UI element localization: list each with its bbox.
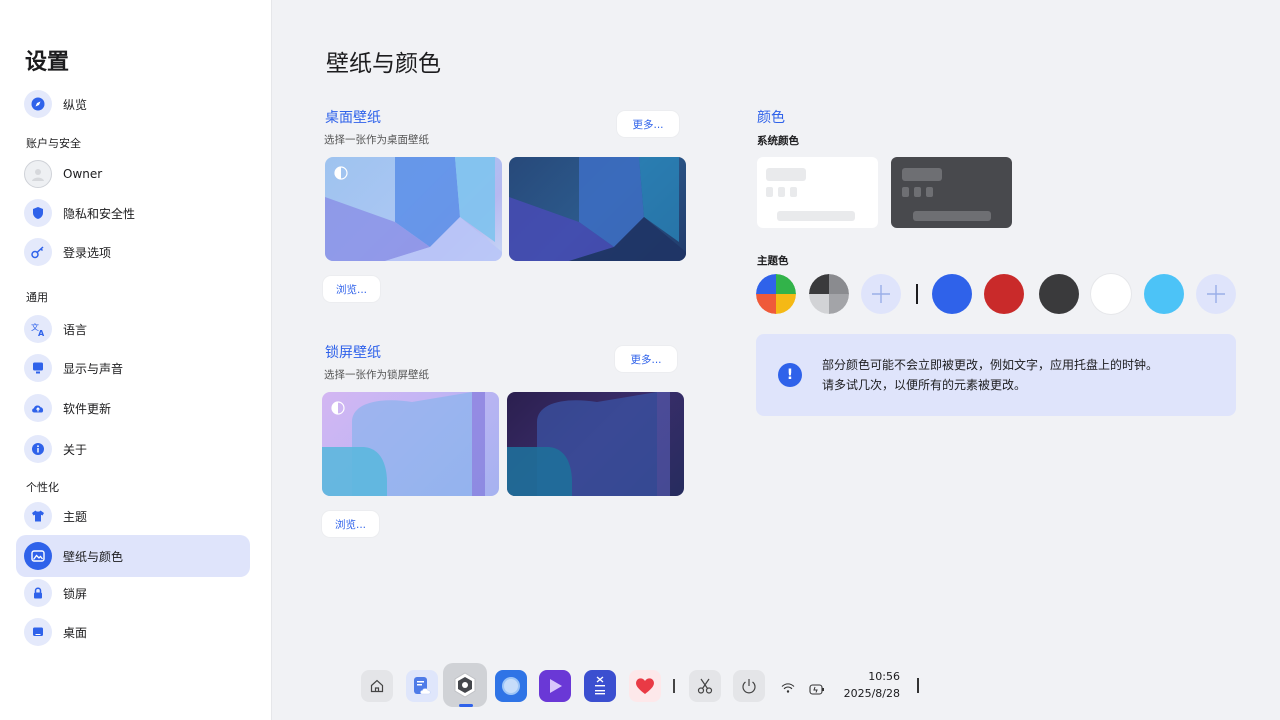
sidebar-item-label: 软件更新	[63, 401, 112, 416]
section-label-general: 通用	[26, 291, 48, 304]
desktop-icon	[24, 618, 52, 646]
color-notice: ! 部分颜色可能不会立即被更改，例如文字，应用托盘上的时钟。请多试几次，以便所有…	[756, 334, 1236, 416]
theme-color-blue[interactable]	[932, 274, 972, 314]
sidebar-item-label: 纵览	[63, 97, 88, 112]
sidebar-item-label: 主题	[63, 509, 88, 524]
key-icon	[24, 238, 52, 266]
sidebar-item-login[interactable]: 登录选项	[16, 231, 250, 273]
taskbar-divider	[673, 679, 675, 693]
sidebar-item-owner[interactable]: Owner	[16, 153, 250, 195]
wifi-icon[interactable]	[781, 679, 795, 698]
sidebar-item-label: 隐私和安全性	[63, 206, 136, 221]
add-theme-color-button[interactable]	[1196, 274, 1236, 314]
sidebar-item-language[interactable]: 文A 语言	[16, 308, 250, 350]
sidebar-item-label: 桌面	[63, 625, 88, 640]
system-color-light[interactable]	[757, 157, 878, 228]
page-title: 壁纸与颜色	[326, 51, 441, 77]
lock-wallpaper-title: 锁屏壁纸	[325, 345, 381, 361]
health-heart-icon[interactable]	[629, 670, 661, 702]
desktop-more-button[interactable]: 更多...	[617, 111, 679, 137]
calculator-icon[interactable]	[584, 670, 616, 702]
sidebar-item-privacy[interactable]: 隐私和安全性	[16, 192, 250, 234]
sidebar-item-overview[interactable]: 纵览	[16, 83, 250, 125]
theme-color-red[interactable]	[984, 274, 1024, 314]
theme-color-cyan[interactable]	[1144, 274, 1184, 314]
shield-icon	[24, 199, 52, 227]
power-icon[interactable]	[733, 670, 765, 702]
sidebar-item-lockscreen[interactable]: 锁屏	[16, 572, 250, 614]
sidebar-item-desktop[interactable]: 桌面	[16, 611, 250, 653]
lock-wallpaper-light[interactable]	[322, 392, 499, 496]
clock-date[interactable]: 2025/8/28	[836, 687, 900, 700]
sidebar-item-theme[interactable]: 主题	[16, 495, 250, 537]
shirt-icon	[24, 502, 52, 530]
show-desktop-button[interactable]	[917, 678, 919, 693]
sidebar-item-about[interactable]: 关于	[16, 428, 250, 470]
desktop-wallpaper-dark[interactable]	[509, 157, 686, 261]
plus-icon	[1207, 285, 1225, 303]
theme-color-white[interactable]	[1091, 274, 1131, 314]
multicolor-swatch[interactable]	[756, 274, 796, 314]
browser-icon[interactable]	[495, 670, 527, 702]
avatar-icon	[24, 160, 52, 188]
add-swatch-button[interactable]	[861, 274, 901, 314]
home-icon[interactable]	[361, 670, 393, 702]
notes-weather-icon[interactable]	[406, 670, 438, 702]
lock-icon	[24, 579, 52, 607]
sidebar-item-label: 关于	[63, 442, 88, 457]
sidebar-item-label: 锁屏	[63, 586, 88, 601]
image-icon	[24, 542, 52, 570]
sidebar-item-label: 壁纸与颜色	[63, 549, 124, 564]
system-color-label: 系统颜色	[757, 135, 799, 147]
settings-icon[interactable]	[443, 663, 487, 707]
sidebar-item-label: 显示与声音	[63, 361, 124, 376]
sidebar-title: 设置	[25, 50, 70, 75]
lock-browse-button[interactable]: 浏览...	[322, 511, 379, 537]
section-label-personalization: 个性化	[26, 481, 59, 494]
lock-more-button[interactable]: 更多...	[615, 346, 677, 372]
color-title: 颜色	[757, 110, 785, 126]
battery-icon[interactable]	[809, 680, 825, 699]
lock-wallpaper-dark[interactable]	[507, 392, 684, 496]
desktop-wallpaper-light[interactable]	[325, 157, 502, 261]
desktop-browse-button[interactable]: 浏览...	[323, 276, 380, 302]
swatch-divider	[916, 284, 918, 304]
compass-icon	[24, 90, 52, 118]
active-app-indicator	[459, 704, 473, 707]
video-player-icon[interactable]	[539, 670, 571, 702]
info-icon	[24, 435, 52, 463]
sidebar-item-label: Owner	[63, 167, 103, 181]
scissors-icon[interactable]	[689, 670, 721, 702]
lock-wallpaper-subtitle: 选择一张作为锁屏壁纸	[324, 369, 429, 381]
sidebar: 设置 纵览 账户与安全 Owner 隐私和安全性 登录选项 通用 文A 语言 显…	[0, 0, 272, 720]
sidebar-item-update[interactable]: 软件更新	[16, 387, 250, 429]
sidebar-item-display[interactable]: 显示与声音	[16, 347, 250, 389]
grayscale-swatch[interactable]	[809, 274, 849, 314]
svg-text:A: A	[38, 329, 45, 337]
desktop-wallpaper-subtitle: 选择一张作为桌面壁纸	[324, 134, 429, 146]
cloud-upload-icon	[24, 394, 52, 422]
sidebar-item-label: 语言	[63, 322, 88, 337]
clock-time[interactable]: 10:56	[850, 670, 900, 683]
theme-color-dark[interactable]	[1039, 274, 1079, 314]
exclamation-icon: !	[778, 363, 802, 387]
color-notice-text: 部分颜色可能不会立即被更改，例如文字，应用托盘上的时钟。请多试几次，以便所有的元…	[822, 358, 1159, 392]
sidebar-item-label: 登录选项	[63, 245, 112, 260]
monitor-icon	[24, 354, 52, 382]
translate-icon: 文A	[24, 315, 52, 343]
desktop-wallpaper-title: 桌面壁纸	[325, 110, 381, 126]
theme-color-label: 主题色	[757, 255, 789, 267]
plus-icon	[872, 285, 890, 303]
section-label-account: 账户与安全	[26, 137, 81, 150]
system-color-dark[interactable]	[891, 157, 1012, 228]
sidebar-item-wallpaper[interactable]: 壁纸与颜色	[16, 535, 250, 577]
